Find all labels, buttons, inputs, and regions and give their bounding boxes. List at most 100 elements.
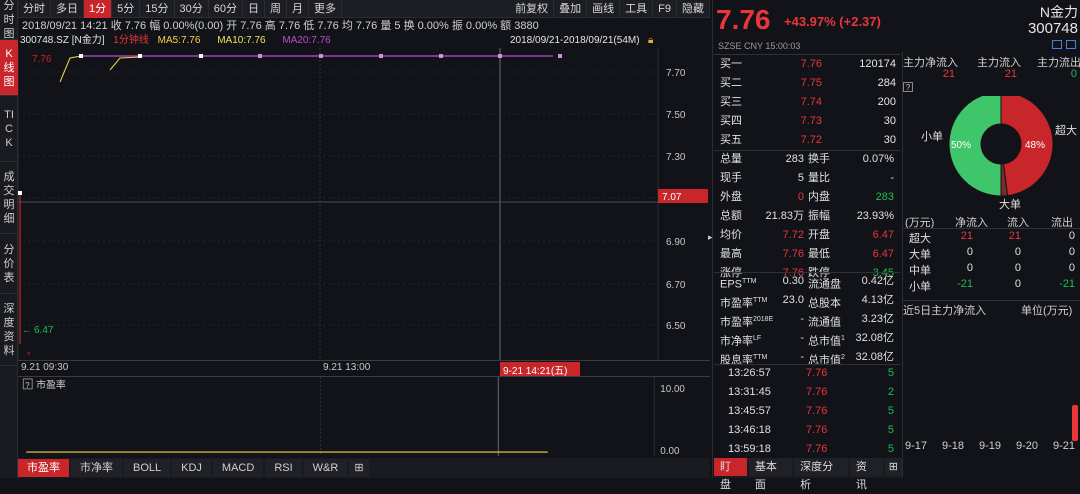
indicator-tab[interactable]: KDJ bbox=[172, 459, 211, 477]
exchange-info: SZSE CNY 15:00:03 bbox=[718, 41, 801, 51]
nav-label: 分价表 bbox=[3, 243, 15, 284]
stat-value: 6.47 bbox=[872, 248, 894, 260]
quote-tab[interactable]: 基本面 bbox=[748, 458, 793, 491]
toolbar-button[interactable]: 前复权 bbox=[510, 0, 555, 18]
capital-value: 0 bbox=[1070, 68, 1077, 80]
help-icon[interactable]: ? bbox=[903, 82, 913, 92]
panel-toggle-arrow[interactable]: ▸ bbox=[708, 232, 713, 242]
expand-icon[interactable] bbox=[1066, 40, 1076, 49]
scrollbar-thumb[interactable] bbox=[1072, 405, 1078, 441]
period-tab[interactable]: 15分 bbox=[140, 0, 175, 18]
stat-label: 开盘 bbox=[808, 229, 830, 241]
low-arrow: ← bbox=[22, 325, 32, 336]
nav-kline[interactable]: K线图 bbox=[0, 40, 18, 96]
toolbar-button[interactable]: 画线 bbox=[587, 0, 621, 18]
candle-mark bbox=[79, 54, 83, 58]
period-tab[interactable]: 5分 bbox=[112, 0, 141, 18]
indicator-tab[interactable]: BOLL bbox=[124, 459, 171, 477]
indicator-tab[interactable]: W&R bbox=[303, 459, 348, 477]
pe-subchart[interactable]: ? 市盈率 10.00 0.00 bbox=[18, 376, 710, 456]
nav-trade-detail[interactable]: 成交明细 bbox=[0, 162, 18, 234]
quote-tab[interactable]: 盯盘 bbox=[714, 458, 747, 491]
pie-super-pct: 48% bbox=[1025, 140, 1045, 151]
period-tab[interactable]: 分时 bbox=[18, 0, 51, 18]
period-tab[interactable]: 更多 bbox=[309, 0, 342, 18]
indicator-tab[interactable]: 市盈率 bbox=[18, 459, 69, 477]
tick-time: 13:31:45 bbox=[728, 386, 771, 398]
add-tab-icon[interactable]: ⊞ bbox=[349, 459, 369, 477]
period-tab[interactable]: 月 bbox=[287, 0, 309, 18]
fund-label-sup: 1 bbox=[841, 335, 845, 342]
table-cell: 0 bbox=[1014, 262, 1021, 274]
nav-timeshare[interactable]: 分时图 bbox=[0, 0, 18, 40]
quote-tab[interactable]: 深度分析 bbox=[794, 458, 848, 491]
candle-mark bbox=[439, 54, 443, 58]
fund-value: 0.42亿 bbox=[861, 275, 894, 287]
unit-label: 单位(万元) bbox=[1021, 305, 1073, 317]
indicator-tab[interactable]: MACD bbox=[212, 459, 264, 477]
period-tab[interactable]: 日 bbox=[243, 0, 265, 18]
help-mark: ? bbox=[25, 381, 30, 390]
candle-mark bbox=[379, 54, 383, 58]
fund-label-text: 流通值 bbox=[808, 316, 841, 329]
period-tab[interactable]: 多日 bbox=[51, 0, 84, 18]
toolbar-button[interactable]: F9 bbox=[653, 0, 677, 18]
divider bbox=[903, 228, 1080, 229]
fund-label-sup: 2018E bbox=[753, 316, 774, 323]
quote-tab[interactable]: 资讯 bbox=[849, 458, 883, 491]
toolbar-button[interactable]: 工具 bbox=[620, 0, 654, 18]
bid-price: 7.75 bbox=[800, 77, 822, 89]
nav-price-table[interactable]: 分价表 bbox=[0, 234, 18, 294]
last-price: 7.76 bbox=[716, 4, 771, 35]
period-tab[interactable]: 60分 bbox=[209, 0, 243, 18]
nav-tick[interactable]: TICK bbox=[0, 96, 18, 162]
fund-value: 23.0 bbox=[782, 294, 804, 306]
ma10-line bbox=[109, 56, 141, 71]
x-label-cursor: 9-21 14:21(五) bbox=[500, 362, 580, 377]
ma-legend: 300748.SZ [N金力] 1分钟线 MA5:7.76 MA10:7.76 … bbox=[18, 34, 658, 48]
toolbar-button[interactable]: 隐藏 bbox=[677, 0, 710, 18]
indicator-tab[interactable]: RSI bbox=[265, 459, 302, 477]
current-price-label: 7.07 bbox=[662, 192, 682, 203]
tick-time: 13:59:18 bbox=[728, 443, 771, 455]
tick-time: 13:26:57 bbox=[728, 367, 771, 379]
bid-price: 7.76 bbox=[800, 58, 822, 70]
table-cell: 21 bbox=[1008, 230, 1021, 242]
bid-label: 买四 bbox=[720, 115, 742, 127]
nav-deep-data[interactable]: 深度资料 bbox=[0, 294, 18, 366]
tick-volume: 5 bbox=[887, 367, 894, 379]
candle-mark bbox=[319, 54, 323, 58]
bid-label: 买一 bbox=[720, 58, 742, 70]
indicator-tab[interactable]: 市净率 bbox=[71, 459, 122, 477]
pie-label-large: 大单 bbox=[999, 197, 1021, 211]
lock-icon[interactable]: 🔒︎ bbox=[648, 34, 653, 48]
stat-label: 振幅 bbox=[808, 210, 830, 222]
stat-value: 0 bbox=[797, 191, 804, 203]
ma5-line bbox=[59, 55, 82, 83]
table-cell: 0 bbox=[966, 246, 973, 258]
day-label: 9-18 bbox=[942, 440, 965, 452]
period-tab[interactable]: 30分 bbox=[175, 0, 209, 18]
bid-volume: 30 bbox=[883, 115, 896, 127]
fund-label: 总市值1 bbox=[808, 329, 845, 348]
pie-label-small: 小单 bbox=[921, 130, 943, 143]
table-cell: 0 bbox=[966, 262, 973, 274]
collapse-icon[interactable] bbox=[1052, 40, 1062, 49]
stat-label: 最高 bbox=[720, 248, 742, 260]
stat-value: 23.93% bbox=[856, 210, 894, 222]
open-marker bbox=[18, 191, 22, 195]
add-tab-icon[interactable]: ⊞ bbox=[884, 458, 902, 476]
left-vertical-nav: 分时图 K线图 TICK 成交明细 分价表 深度资料 bbox=[0, 0, 18, 478]
period-tab[interactable]: 1分 bbox=[84, 0, 113, 18]
x-label: 9.21 13:00 bbox=[323, 362, 371, 373]
stat-value: 21.83万 bbox=[765, 210, 804, 222]
fund-value: 32.08亿 bbox=[855, 332, 894, 344]
table-cell: 0 bbox=[1014, 278, 1021, 290]
quote-tabs: 盯盘 基本面 深度分析 资讯 ⊞ bbox=[714, 458, 902, 491]
kline-chart[interactable]: 7.707.507.307.106.906.706.50 7.07 7.76 6… bbox=[18, 48, 710, 360]
fund-label-text: 总股本 bbox=[808, 297, 841, 310]
toolbar-button[interactable]: 叠加 bbox=[554, 0, 588, 18]
candle-mark bbox=[199, 54, 203, 58]
period-tab[interactable]: 周 bbox=[265, 0, 287, 18]
fund-label: EPSTTM bbox=[720, 272, 756, 291]
